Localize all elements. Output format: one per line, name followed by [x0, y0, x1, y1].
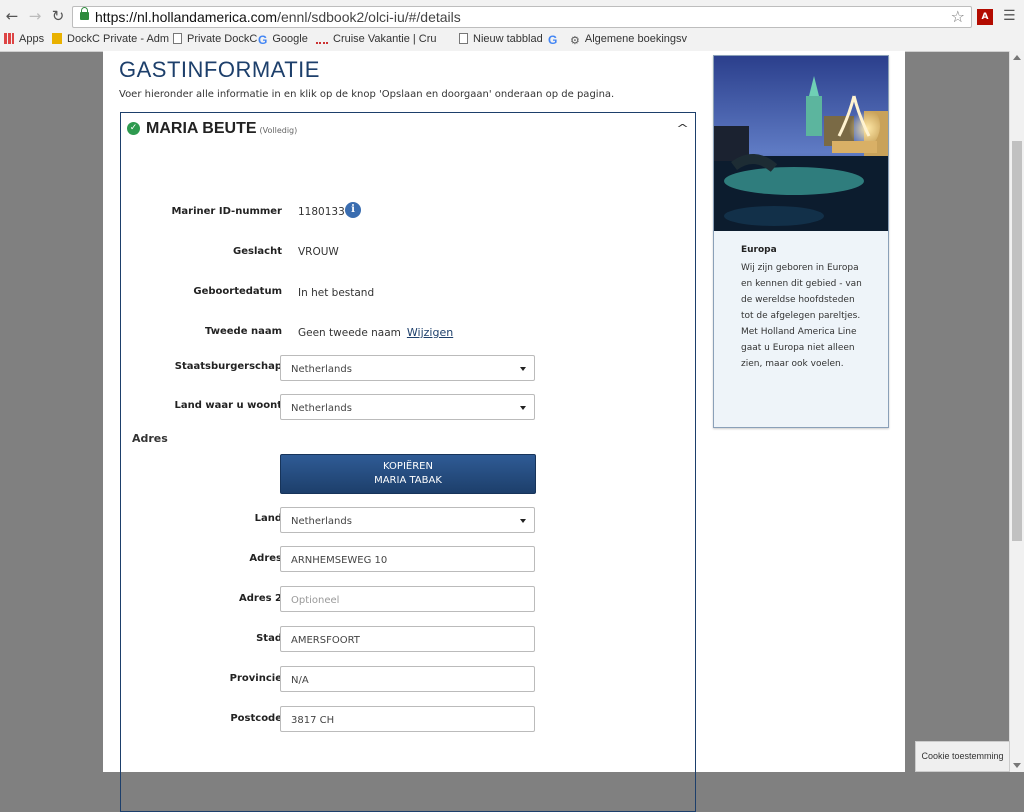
browser-toolbar: ← → ↻ https://nl.hollandamerica.com/ennl…	[0, 0, 1024, 52]
change-middle-name-link[interactable]: Wijzigen	[407, 326, 453, 339]
reload-icon[interactable]: ↻	[49, 7, 67, 25]
postal-label: Postcode	[230, 713, 282, 724]
page-icon	[459, 33, 468, 44]
forward-icon[interactable]: →	[26, 7, 44, 25]
promo-title: Europa	[741, 245, 777, 255]
back-icon[interactable]: ←	[3, 7, 21, 25]
scroll-up-icon[interactable]	[1013, 55, 1021, 60]
address2-label: Adres 2	[238, 593, 282, 604]
bookmark-cruise[interactable]: Cruise Vakantie | Cru	[316, 33, 437, 45]
check-circle-icon: ✓	[127, 122, 140, 135]
birthdate-value: In het bestand	[298, 287, 375, 299]
menu-icon[interactable]: ☰	[1003, 8, 1016, 24]
cruise-icon	[316, 36, 328, 44]
postal-input[interactable]: 3817 CH	[280, 706, 535, 732]
europe-photo	[714, 56, 888, 231]
apps-grid-icon	[4, 33, 14, 44]
guest-panel: ✓ MARIA BEUTE (Volledig) ^ Mariner ID-num…	[120, 112, 696, 812]
bookmark-google-2[interactable]: G	[548, 33, 562, 47]
page-title: GASTINFORMATIE	[119, 57, 320, 82]
bookmark-apps[interactable]: Apps	[4, 33, 44, 45]
country-select[interactable]: Netherlands	[280, 507, 535, 533]
info-icon[interactable]: i	[345, 202, 361, 218]
dropdown-caret-icon	[520, 406, 526, 410]
gear-icon: ⚙	[570, 35, 580, 47]
middle-name-label: Tweede naam	[205, 326, 282, 337]
copy-address-button[interactable]: KOPIËREN MARIA TABAK	[280, 454, 536, 494]
citizenship-label: Staatsburgerschap	[174, 361, 282, 372]
gender-label: Geslacht	[233, 246, 282, 257]
city-input[interactable]: AMERSFOORT	[280, 626, 535, 652]
address-label: Adres	[249, 553, 282, 564]
promo-text: Wij zijn geboren in Europa en kennen dit…	[741, 263, 862, 369]
province-label: Provincie	[229, 673, 282, 684]
bookmarks-bar: Apps DockC Private - Adm Private DockC G…	[0, 30, 1024, 50]
joomla-icon	[52, 33, 62, 44]
bookmark-star-icon[interactable]: ☆	[951, 7, 965, 26]
bookmark-google[interactable]: G Google	[258, 33, 308, 47]
lock-icon	[80, 7, 89, 20]
chevron-up-icon[interactable]: ^	[676, 122, 689, 135]
address-section-title: Adres	[132, 432, 168, 445]
google-icon: G	[258, 33, 268, 47]
city-label: Stad	[256, 633, 282, 644]
gender-value: VROUW	[298, 246, 339, 258]
scroll-thumb[interactable]	[1012, 141, 1022, 541]
residence-label: Land waar u woont	[174, 400, 282, 411]
mariner-label: Mariner ID-nummer	[171, 206, 282, 217]
guest-status: (Volledig)	[259, 126, 298, 135]
bookmark-private-dockc[interactable]: Private DockC	[173, 33, 257, 45]
province-input[interactable]: N/A	[280, 666, 535, 692]
page-content: GASTINFORMATIE Voer hieronder alle infor…	[103, 51, 905, 812]
birthdate-label: Geboortedatum	[193, 286, 282, 297]
citizenship-select[interactable]: Netherlands	[280, 355, 535, 381]
page-intro: Voer hieronder alle informatie in en kli…	[119, 89, 615, 100]
bookmark-booking[interactable]: ⚙ Algemene boekingsv	[570, 33, 687, 47]
country-label: Land	[254, 513, 282, 524]
address-bar[interactable]: https://nl.hollandamerica.com/ennl/sdboo…	[72, 6, 972, 28]
middle-name-value: Geen tweede naam Wijzigen	[298, 326, 454, 339]
url-text: https://nl.hollandamerica.com/ennl/sdboo…	[95, 9, 461, 25]
google-icon: G	[548, 33, 558, 47]
bookmark-dockc-admin[interactable]: DockC Private - Adm	[52, 33, 169, 45]
scroll-down-icon[interactable]	[1013, 763, 1021, 768]
address2-input[interactable]: Optioneel	[280, 586, 535, 612]
acrobat-extension-icon[interactable]: A	[977, 9, 993, 25]
residence-select[interactable]: Netherlands	[280, 394, 535, 420]
guest-name[interactable]: MARIA BEUTE (Volledig)	[146, 120, 297, 138]
cookie-consent-button[interactable]: Cookie toestemming	[915, 741, 1010, 772]
address-input[interactable]: ARNHEMSEWEG 10	[280, 546, 535, 572]
promo-card: Europa Wij zijn geboren in Europa en ken…	[713, 55, 889, 428]
page-scrollbar[interactable]	[1009, 51, 1024, 772]
dropdown-caret-icon	[520, 519, 526, 523]
page-icon	[173, 33, 182, 44]
dropdown-caret-icon	[520, 367, 526, 371]
bookmark-new-tab[interactable]: Nieuw tabblad	[459, 33, 543, 45]
